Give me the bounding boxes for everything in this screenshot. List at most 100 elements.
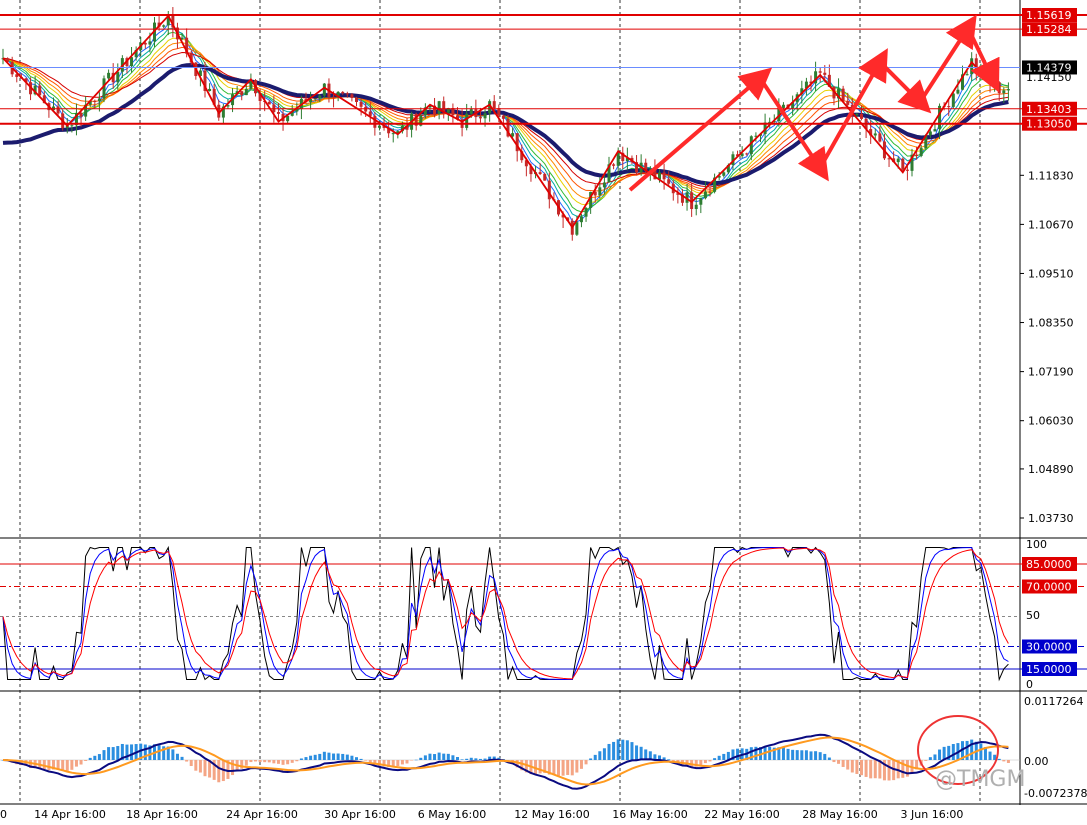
- macd-histogram-bar: [786, 748, 790, 760]
- candle-body: [951, 93, 955, 107]
- candle-body: [97, 98, 101, 102]
- candle-body: [148, 41, 152, 45]
- level-label: 1.13050: [1026, 118, 1072, 131]
- candle-body: [846, 101, 850, 105]
- candle-body: [38, 85, 42, 96]
- price-panel[interactable]: [0, 7, 1087, 241]
- macd-histogram-bar: [332, 753, 336, 760]
- macd-histogram-bar: [111, 747, 115, 760]
- candle-body: [332, 96, 336, 98]
- macd-histogram-bar: [88, 757, 92, 760]
- macd-histogram-bar: [593, 754, 597, 760]
- macd-histogram-bar: [322, 751, 326, 760]
- macd-histogram-bar: [419, 757, 423, 760]
- time-axis-label: 14 Apr 16:00: [34, 808, 106, 821]
- macd-histogram-bar: [217, 760, 221, 783]
- candle-body: [547, 180, 551, 200]
- candle-body: [1006, 89, 1010, 91]
- macd-histogram-bar: [130, 744, 134, 760]
- macd-histogram-bar: [1002, 760, 1006, 762]
- macd-histogram-bar: [42, 760, 46, 770]
- macd-histogram-bar: [336, 753, 340, 760]
- macd-histogram-bar: [258, 760, 262, 762]
- stochastic-panel[interactable]: [0, 545, 1087, 682]
- macd-histogram-bar: [951, 744, 955, 760]
- candle-body: [272, 104, 276, 113]
- trend-arrow: [878, 60, 932, 114]
- macd-histogram-bar: [359, 758, 363, 760]
- macd-histogram-bar: [290, 760, 294, 763]
- macd-histogram-bar: [616, 739, 620, 760]
- macd-histogram-bar: [469, 757, 473, 760]
- macd-histogram-bar: [928, 757, 932, 760]
- macd-histogram-bar: [74, 760, 78, 767]
- ma-ribbon-line: [2, 37, 1009, 206]
- macd-histogram-bar: [203, 760, 207, 777]
- macd-histogram-bar: [299, 758, 303, 760]
- macd-histogram-bar: [713, 758, 717, 760]
- time-axis-label: 24 Apr 16:00: [226, 808, 298, 821]
- time-axis-label: 3 Jun 16:00: [901, 808, 964, 821]
- candle-body: [616, 152, 620, 166]
- macd-histogram-bar: [47, 760, 51, 771]
- watermark-text: @TMGM: [935, 767, 1025, 792]
- level-label: 1.13403: [1026, 103, 1072, 116]
- price-tick-label: 1.04890: [1028, 463, 1074, 476]
- macd-histogram-bar: [175, 753, 179, 760]
- macd-histogram-bar: [93, 755, 97, 760]
- price-tick-label: 1.10670: [1028, 218, 1074, 231]
- macd-histogram-bar: [717, 755, 721, 760]
- candle-body: [130, 57, 134, 67]
- macd-histogram-bar: [602, 748, 606, 760]
- trading-chart[interactable]: 1.156191.152841.134031.130501.143791.141…: [0, 0, 1087, 825]
- candle-body: [240, 91, 244, 96]
- macd-histogram-bar: [364, 760, 368, 761]
- candle-body: [708, 191, 712, 193]
- macd-histogram-bar: [979, 743, 983, 760]
- macd-histogram-bar: [970, 739, 974, 760]
- macd-histogram-bar: [79, 760, 83, 765]
- price-tick-label: 1.06030: [1028, 415, 1074, 428]
- candle-body: [905, 169, 909, 171]
- macd-histogram-bar: [456, 757, 459, 760]
- macd-histogram-bar: [446, 753, 450, 760]
- macd-histogram-bar: [850, 760, 854, 773]
- macd-histogram-bar: [249, 760, 253, 763]
- candle-body: [873, 133, 877, 136]
- macd-histogram-bar: [451, 755, 455, 760]
- stoch-axis-label: 0: [1026, 678, 1033, 691]
- macd-histogram-bar: [116, 746, 120, 760]
- time-axis-label: 16 May 16:00: [612, 808, 687, 821]
- macd-histogram-bar: [736, 748, 740, 760]
- macd-histogram-bar: [309, 755, 313, 760]
- macd-histogram-bar: [474, 758, 478, 760]
- candle-body: [956, 89, 960, 94]
- macd-histogram-bar: [400, 760, 404, 765]
- macd-histogram-bar: [699, 760, 703, 766]
- macd-histogram-bar: [70, 760, 74, 770]
- price-tick-label: 1.03730: [1028, 512, 1074, 525]
- candle-body: [947, 106, 951, 108]
- candle-body: [694, 204, 698, 210]
- time-axis-label: 6 May 16:00: [418, 808, 486, 821]
- time-axis-label: 12 May 16:00: [514, 808, 589, 821]
- candle-body: [915, 154, 919, 156]
- candle-body: [373, 115, 377, 128]
- candle-body: [543, 174, 547, 181]
- candle-body: [355, 97, 358, 102]
- macd-histogram-bar: [272, 760, 276, 764]
- macd-histogram-bar: [795, 750, 799, 760]
- macd-histogram-bar: [924, 760, 928, 761]
- macd-histogram-bar: [107, 747, 111, 760]
- macd-histogram-bar: [423, 755, 427, 760]
- candle-body: [662, 172, 666, 180]
- stoch-level-label: 70.0000: [1026, 581, 1072, 594]
- candle-body: [896, 158, 900, 163]
- macd-histogram-bar: [873, 760, 877, 779]
- axis-layer: 1.156191.152841.134031.130501.143791.141…: [0, 8, 1087, 821]
- candle-body: [56, 106, 60, 114]
- macd-histogram-bar: [97, 754, 101, 760]
- macd-panel[interactable]: [0, 715, 1020, 790]
- macd-histogram-bar: [570, 760, 574, 776]
- candle-body: [107, 72, 111, 79]
